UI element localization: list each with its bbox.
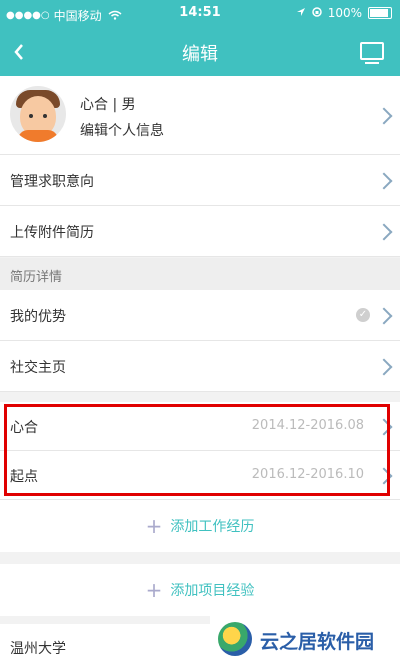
- chevron-right-icon: [375, 358, 393, 376]
- add-work-label: 添加工作经历: [170, 519, 255, 535]
- check-icon: ✓: [356, 308, 370, 322]
- status-bar: ●●●●○ 中国移动 14:51 100%: [0, 0, 400, 28]
- chevron-right-icon: [375, 307, 393, 325]
- upload-resume-label: 上传附件简历: [10, 225, 94, 241]
- profile-name-gender: 心合 | 男: [80, 97, 136, 113]
- avatar-eye-left: [29, 114, 33, 118]
- section-header: 简历详情: [0, 258, 400, 290]
- battery-percent: 100%: [327, 6, 362, 20]
- upload-resume-row[interactable]: 上传附件简历: [0, 206, 400, 257]
- social-row[interactable]: 社交主页: [0, 341, 400, 392]
- job-intent-label: 管理求职意向: [10, 174, 94, 190]
- status-right: 100%: [296, 6, 392, 20]
- advantages-label: 我的优势: [10, 309, 66, 325]
- advantages-row[interactable]: 我的优势 ✓: [0, 290, 400, 341]
- plus-icon: +: [145, 514, 163, 538]
- chevron-right-icon: [375, 223, 393, 241]
- chevron-right-icon: [375, 107, 393, 125]
- location-icon: [296, 6, 306, 20]
- job-intent-row[interactable]: 管理求职意向: [0, 155, 400, 206]
- page-title: 编辑: [182, 44, 218, 65]
- profile-row[interactable]: 心合 | 男 编辑个人信息: [0, 76, 400, 155]
- monitor-icon[interactable]: [360, 42, 384, 64]
- education-school: 温州大学: [10, 641, 66, 657]
- social-label: 社交主页: [10, 360, 66, 376]
- chevron-right-icon: [375, 172, 393, 190]
- add-work-experience-button[interactable]: + 添加工作经历: [0, 500, 400, 552]
- watermark-logo-icon: [218, 622, 252, 656]
- watermark-text: 云之居软件园: [260, 631, 375, 653]
- section-title: 简历详情: [10, 270, 63, 285]
- nav-bar: 编辑: [0, 28, 400, 76]
- watermark: 云之居软件园: [210, 614, 400, 666]
- highlight-box: [4, 404, 390, 496]
- add-project-button[interactable]: + 添加项目经验: [0, 564, 400, 616]
- avatar-eye-right: [43, 114, 47, 118]
- profile-edit-label: 编辑个人信息: [80, 123, 164, 139]
- plus-icon: +: [145, 578, 163, 602]
- battery-icon: [368, 7, 392, 19]
- lock-rotation-icon: [311, 6, 322, 20]
- avatar-shirt: [18, 130, 58, 142]
- add-project-label: 添加项目经验: [170, 583, 255, 599]
- avatar: [10, 86, 66, 142]
